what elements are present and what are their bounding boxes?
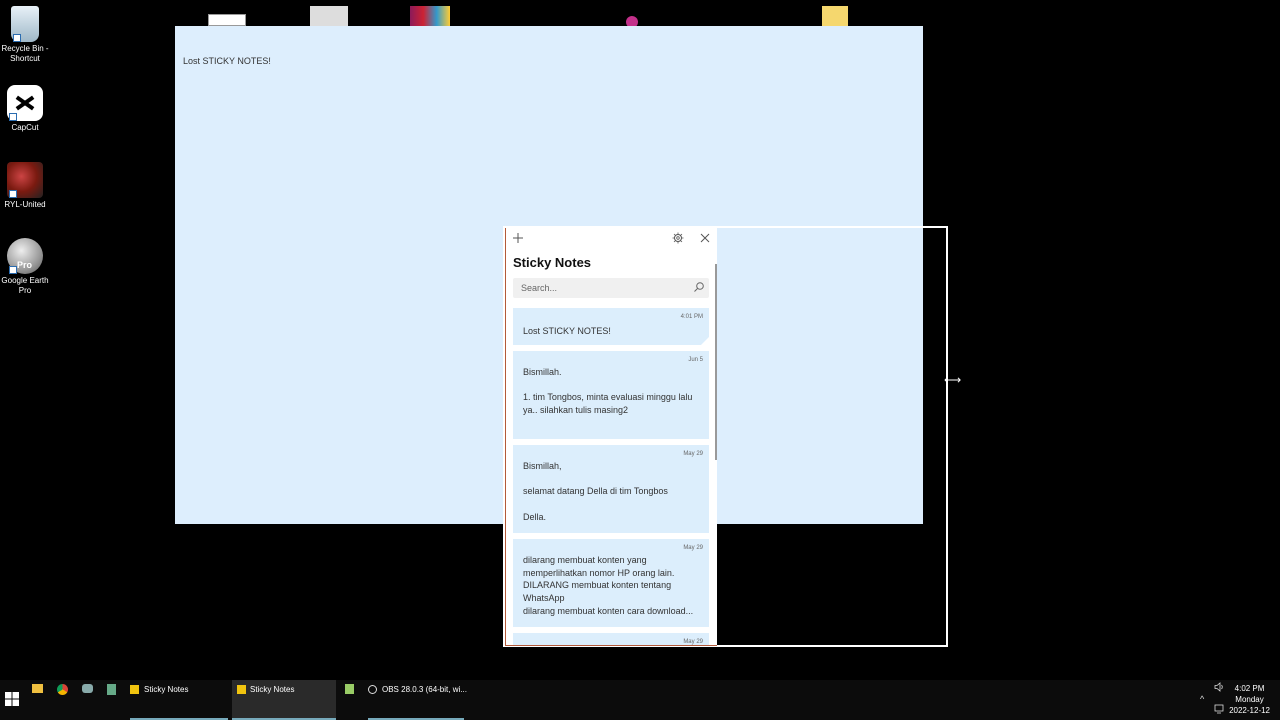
shortcut-arrow-icon <box>9 266 17 274</box>
clock-date: 2022-12-12 <box>1229 706 1270 715</box>
gear-icon <box>672 232 684 244</box>
desktop-icon-label: Google Earth Pro <box>1 276 49 295</box>
close-icon <box>700 233 710 243</box>
app-icon[interactable] <box>82 684 93 693</box>
list-header <box>506 228 717 252</box>
desktop-icon-label: Recycle Bin - Shortcut <box>1 44 49 63</box>
note-date: Jun 5 <box>688 357 703 363</box>
desktop-icon-label: CapCut <box>11 123 39 132</box>
note-card[interactable]: Jun 5 Bismillah. 1. tim Tongbos, minta e… <box>513 351 709 439</box>
chrome-icon[interactable] <box>57 684 68 695</box>
windows-icon <box>5 692 19 706</box>
desktop-icon-recycle-bin[interactable]: Recycle Bin - Shortcut <box>0 6 50 64</box>
shortcut-arrow-icon <box>13 34 21 42</box>
desktop-icon-label: RYL-United <box>4 200 46 209</box>
shortcut-arrow-icon <box>9 113 17 121</box>
obs-icon <box>368 685 377 694</box>
taskbar-item-label: OBS 28.0.3 (64-bit, wi... <box>382 685 467 694</box>
google-earth-icon: Pro <box>7 238 43 274</box>
sticky-notes-icon <box>130 685 139 694</box>
shortcut-arrow-icon <box>9 190 17 198</box>
notepad-icon[interactable] <box>345 684 354 694</box>
taskbar-item-label: Sticky Notes <box>144 685 189 694</box>
note-preview: Bismillah, selamat datang Della di tim T… <box>523 461 668 522</box>
system-clock[interactable]: 4:02 PM Monday 2022-12-12 <box>1229 683 1270 716</box>
search-box[interactable] <box>513 278 709 298</box>
desktop: Recycle Bin - Shortcut CapCut RYL-United… <box>0 0 1280 680</box>
note-card[interactable]: May 29 Bismillah, selamat datang Della d… <box>513 445 709 533</box>
taskbar-item-sticky-notes-1[interactable]: Sticky Notes <box>130 680 228 720</box>
sticky-notes-icon <box>237 685 246 694</box>
file-explorer-icon[interactable] <box>32 684 43 693</box>
desktop-icon-ryl-united[interactable]: RYL-United <box>0 162 50 210</box>
sticky-notes-list-window: Sticky Notes 4:01 PM Lost STICKY NOTES! … <box>505 228 717 646</box>
partial-icon-sketch[interactable] <box>208 14 246 26</box>
note-date: 4:01 PM <box>680 314 703 320</box>
note-preview: Bismillah. 1. tim Tongbos, minta evaluas… <box>523 367 693 416</box>
taskbar-item-obs[interactable]: OBS 28.0.3 (64-bit, wi... <box>368 680 467 720</box>
ryl-united-icon <box>7 162 43 198</box>
note-card[interactable]: May 29 <box>513 633 709 645</box>
note-preview: Lost STICKY NOTES! <box>523 326 611 336</box>
recycle-bin-icon <box>11 6 39 42</box>
start-button[interactable] <box>5 692 19 706</box>
note-card[interactable]: May 29 dilarang membuat konten yang memp… <box>513 539 709 627</box>
network-icon[interactable] <box>1214 704 1224 716</box>
desktop-icon-google-earth[interactable]: Pro Google Earth Pro <box>0 238 50 296</box>
search-icon[interactable] <box>693 281 705 293</box>
add-note-button[interactable] <box>510 232 526 248</box>
capcut-icon <box>7 85 43 121</box>
note-date: May 29 <box>683 639 703 645</box>
note-date: May 29 <box>683 545 703 551</box>
taskbar: Sticky Notes Sticky Notes OBS 28.0.3 (64… <box>0 680 1280 720</box>
taskbar-item-label: Sticky Notes <box>250 685 295 694</box>
taskbar-item-sticky-notes-2[interactable]: Sticky Notes <box>232 680 336 720</box>
show-hidden-icons-chevron-icon[interactable]: ^ <box>1200 694 1204 704</box>
note-fold-corner <box>701 337 709 345</box>
close-button[interactable] <box>697 232 713 248</box>
clock-day: Monday <box>1235 695 1264 704</box>
resize-cursor-icon: ⟷ <box>944 373 962 387</box>
plus-icon <box>513 233 523 243</box>
partial-icon-folder[interactable] <box>822 6 848 26</box>
clock-time: 4:02 PM <box>1234 684 1265 693</box>
scrollbar[interactable] <box>715 264 717 460</box>
list-title: Sticky Notes <box>513 255 592 270</box>
partial-icon-person[interactable] <box>310 6 348 26</box>
pro-badge: Pro <box>17 260 33 270</box>
sticky-note-content[interactable]: Lost STICKY NOTES! <box>183 56 271 66</box>
note-card[interactable]: 4:01 PM Lost STICKY NOTES! <box>513 308 709 345</box>
volume-icon[interactable] <box>1214 682 1224 694</box>
search-input[interactable] <box>513 278 689 298</box>
settings-button[interactable] <box>670 232 686 248</box>
note-date: May 29 <box>683 451 703 457</box>
desktop-icon-capcut[interactable]: CapCut <box>0 85 50 133</box>
calculator-icon[interactable] <box>107 684 116 695</box>
note-preview: dilarang membuat konten yang memperlihat… <box>523 555 694 616</box>
partial-icon-winrar[interactable] <box>410 6 450 26</box>
